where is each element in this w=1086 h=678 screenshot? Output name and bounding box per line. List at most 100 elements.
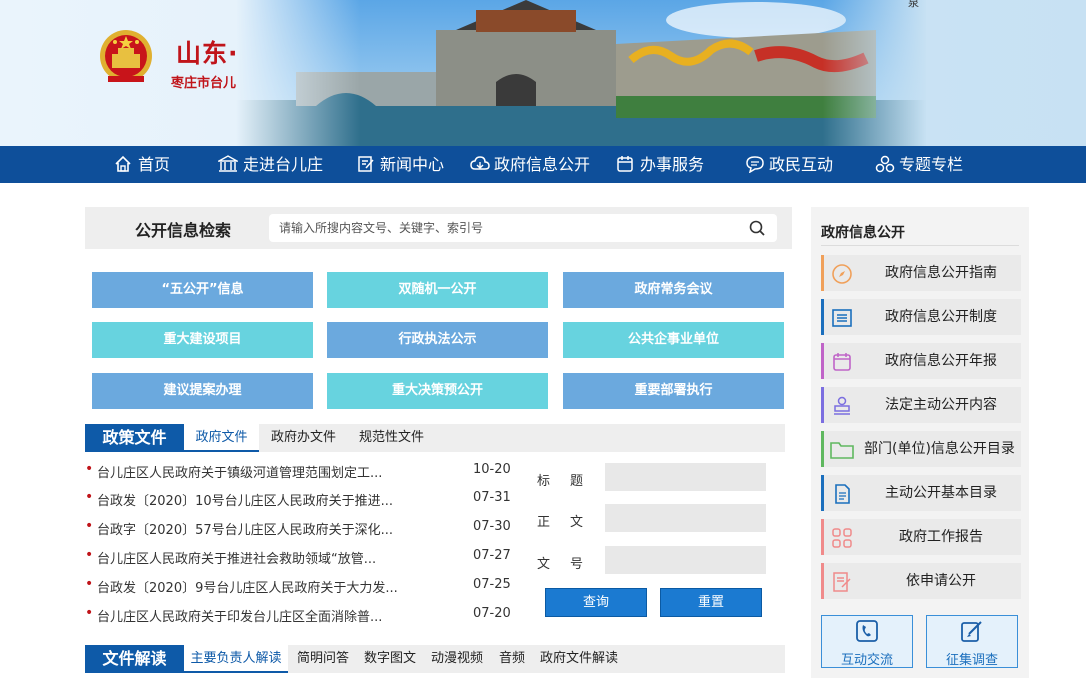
site-banner: 山东·台儿庄 枣庄市台儿庄区人民政府 泉	[0, 0, 1086, 146]
accent-bar	[821, 431, 824, 467]
sidebar-item-dept-catalog[interactable]: 部门(单位)信息公开目录	[821, 431, 1021, 467]
doc-title[interactable]: 台政字〔2020〕57号台儿庄区人民政府关于深化...	[97, 519, 397, 538]
title-field[interactable]	[605, 463, 766, 491]
search-label: 公开信息检索	[135, 221, 232, 240]
doc-number-field[interactable]	[605, 546, 766, 574]
sidebar-item-statutory[interactable]: 法定主动公开内容	[821, 387, 1021, 423]
bullet-icon: •	[85, 489, 94, 505]
doc-title[interactable]: 台政发〔2020〕9号台儿庄区人民政府关于大力发...	[97, 577, 397, 596]
edit-icon	[358, 156, 374, 172]
category-button[interactable]: 重大建设项目	[92, 322, 313, 358]
category-button[interactable]: 重大决策预公开	[327, 373, 548, 409]
sidebar-item-system[interactable]: 政府信息公开制度	[821, 299, 1021, 335]
list-item[interactable]: • 台政发〔2020〕9号台儿庄区人民政府关于大力发... 07-25	[85, 576, 515, 596]
doc-date: 07-20	[473, 606, 511, 621]
sidebar-item-label: 部门(单位)信息公开目录	[864, 441, 1015, 457]
document-icon	[835, 484, 850, 504]
tab-animation-video[interactable]: 动漫视频	[431, 645, 483, 673]
category-button[interactable]: 建议提案办理	[92, 373, 313, 409]
doc-title[interactable]: 台政发〔2020〕10号台儿庄区人民政府关于推进...	[97, 490, 397, 509]
calendar-icon	[833, 353, 851, 371]
category-button[interactable]: 政府常务会议	[563, 272, 784, 308]
nav-item-label: 办事服务	[640, 155, 705, 174]
tab-graphics[interactable]: 数字图文	[364, 645, 416, 673]
accent-bar	[821, 475, 824, 511]
sidebar-item-application[interactable]: 依申请公开	[821, 563, 1021, 599]
category-button[interactable]: 行政执法公示	[327, 322, 548, 358]
button-label: 互动交流	[840, 653, 893, 668]
nav-item-label: 专题专栏	[899, 155, 964, 174]
policy-section-title: 政策文件	[85, 424, 184, 452]
doc-title[interactable]: 台儿庄区人民政府关于印发台儿庄区全面消除普...	[97, 606, 397, 625]
home-icon	[115, 155, 131, 172]
accent-bar	[821, 299, 824, 335]
nav-item-interaction[interactable]: 政民互动	[745, 146, 837, 183]
tab-gov-doc-interpretation[interactable]: 政府文件解读	[540, 645, 618, 673]
national-emblem-icon	[100, 30, 152, 82]
tab-normative-docs[interactable]: 规范性文件	[359, 424, 424, 452]
doc-date: 07-27	[473, 548, 511, 563]
sidebar-item-label: 政府信息公开指南	[885, 265, 997, 281]
button-label: 征集调查	[945, 653, 998, 668]
tab-office-docs[interactable]: 政府办文件	[271, 424, 336, 452]
sidebar-item-annual-report[interactable]: 政府信息公开年报	[821, 343, 1021, 379]
nav-item-gov-info[interactable]: 政府信息公开	[470, 146, 595, 183]
survey-button[interactable]: 征集调查	[926, 615, 1018, 668]
doc-date: 07-30	[473, 519, 511, 534]
city-wall-scene-image	[236, 0, 926, 146]
reset-button[interactable]: 重置	[660, 588, 762, 617]
main-nav: 首页 走进台儿庄 新闻中心 政府信息公开 办事服务 政民互动 专题专栏	[0, 146, 1086, 183]
list-item[interactable]: • 台政发〔2020〕10号台儿庄区人民政府关于推进... 07-31	[85, 489, 515, 509]
sidebar-item-basic-catalog[interactable]: 主动公开基本目录	[821, 475, 1021, 511]
doc-date: 07-25	[473, 577, 511, 592]
sidebar-item-label: 主动公开基本目录	[885, 485, 997, 501]
doc-date: 07-31	[473, 490, 511, 505]
query-button[interactable]: 查询	[545, 588, 647, 617]
search-icon[interactable]	[749, 220, 765, 236]
sidebar-divider	[821, 245, 1019, 246]
sidebar-title: 政府信息公开	[821, 225, 905, 241]
list-item[interactable]: • 台儿庄区人民政府关于推进社会救助领域“放管... 07-27	[85, 547, 515, 567]
search-input[interactable]	[269, 214, 777, 242]
corner-text: 泉	[908, 0, 919, 9]
phone-icon	[856, 620, 878, 642]
list-item[interactable]: • 台政字〔2020〕57号台儿庄区人民政府关于深化... 07-30	[85, 518, 515, 538]
list-item[interactable]: • 台儿庄区人民政府关于镇级河道管理范围划定工... 10-20	[85, 461, 515, 481]
form-icon	[833, 572, 851, 592]
bullet-icon: •	[85, 547, 94, 563]
category-button[interactable]: 公共企事业单位	[563, 322, 784, 358]
body-field[interactable]	[605, 504, 766, 532]
list-item[interactable]: • 台儿庄区人民政府关于印发台儿庄区全面消除普... 07-20	[85, 605, 515, 625]
tab-qa[interactable]: 简明问答	[297, 645, 349, 673]
grid-icon	[832, 528, 852, 548]
tab-leader-interpretation[interactable]: 主要负责人解读	[184, 645, 288, 673]
gov-info-sidebar: 政府信息公开 政府信息公开指南 政府信息公开制度 政府信息公开年报 法定主动公开…	[811, 207, 1029, 678]
accent-bar	[821, 343, 824, 379]
bullet-icon: •	[85, 605, 94, 621]
nav-item-news[interactable]: 新闻中心	[357, 146, 447, 183]
sidebar-item-label: 政府信息公开制度	[885, 309, 997, 325]
nav-item-home[interactable]: 首页	[114, 146, 174, 183]
tab-audio[interactable]: 音频	[499, 645, 525, 673]
doc-title[interactable]: 台儿庄区人民政府关于推进社会救助领域“放管...	[97, 548, 397, 567]
doc-title[interactable]: 台儿庄区人民政府关于镇级河道管理范围划定工...	[97, 462, 397, 481]
nav-item-about[interactable]: 走进台儿庄	[218, 146, 328, 183]
accent-bar	[821, 519, 824, 555]
accent-bar	[821, 563, 824, 599]
category-button[interactable]: 双随机一公开	[327, 272, 548, 308]
category-button[interactable]: “五公开”信息	[92, 272, 313, 308]
bullet-icon: •	[85, 518, 94, 534]
compass-icon	[832, 264, 852, 284]
sidebar-item-guide[interactable]: 政府信息公开指南	[821, 255, 1021, 291]
interaction-exchange-button[interactable]: 互动交流	[821, 615, 913, 668]
tab-gov-docs[interactable]: 政府文件	[184, 424, 259, 452]
bullet-icon: •	[85, 461, 94, 477]
nav-item-topics[interactable]: 专题专栏	[875, 146, 967, 183]
nav-item-services[interactable]: 办事服务	[616, 146, 708, 183]
category-button[interactable]: 重要部署执行	[563, 373, 784, 409]
nav-item-label: 政民互动	[769, 155, 834, 174]
accent-bar	[821, 255, 824, 291]
cloud-icon	[470, 156, 490, 170]
topics-icon	[875, 155, 895, 173]
sidebar-item-work-report[interactable]: 政府工作报告	[821, 519, 1021, 555]
